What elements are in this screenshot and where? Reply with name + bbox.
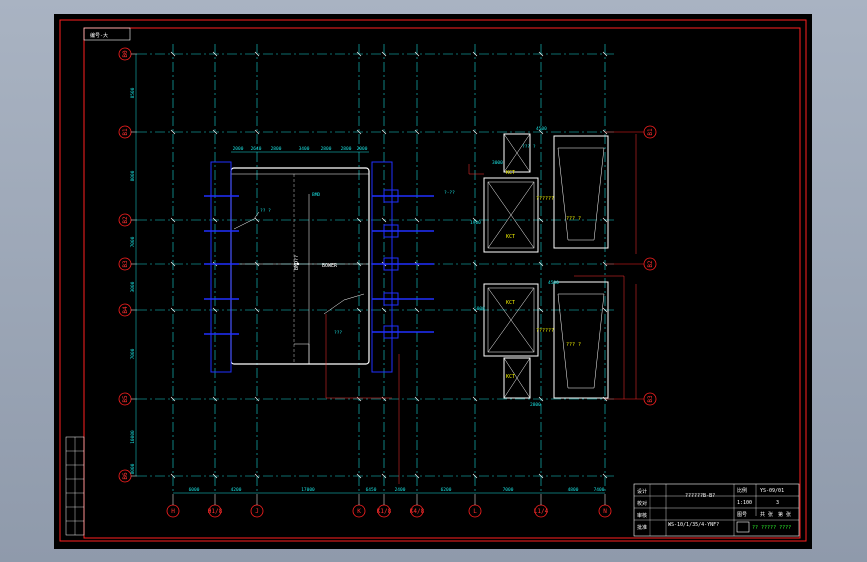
cad-drawing: 编号-大 B0 B1 B2 B3 B4 B5 B6 H H1/8 J K K1/8 K4/8 L L1/4 N…: [59, 19, 807, 542]
col-axis-label: L: [473, 508, 477, 515]
bottom-dim-text: 17000: [301, 487, 315, 493]
misc-label: 3000: [492, 160, 503, 166]
bottom-dim-text: 6000: [189, 487, 200, 493]
col-axis-label: J: [255, 508, 259, 515]
top-dim-text: 3400: [299, 146, 310, 152]
equipment-label: KCT: [506, 300, 515, 306]
col-axis-label: K4/8: [410, 508, 425, 515]
structural-grid: [137, 44, 614, 494]
col-axis-label: K1/8: [377, 508, 392, 515]
equipment-label: KCT: [506, 374, 515, 380]
tb-cell-0: 比例: [737, 487, 747, 494]
misc-label: ???: [334, 330, 342, 336]
tank-b[interactable]: [483, 177, 539, 253]
dimension-lines: 6000 4200 17000 6450 2400 6200 7000 4800 7400 850…: [130, 54, 605, 494]
tb-row-3: 批准: [637, 524, 647, 531]
bottom-dim-text: 4200: [231, 487, 242, 493]
bottom-dim-text: 4800: [568, 487, 579, 493]
tb-row-1: 校对: [637, 500, 647, 507]
tb-cell-4: 第 张: [778, 511, 791, 518]
tb-row-2: 审核: [637, 512, 647, 519]
col-axis-label: H1/8: [208, 508, 223, 515]
company-logo-icon: [736, 521, 750, 533]
misc-label: 2800: [530, 402, 541, 408]
left-pipe-rack: [204, 161, 239, 373]
top-dim-text: 2000: [233, 146, 244, 152]
row-axis-label: B0: [122, 50, 129, 58]
misc-label: 4500: [548, 280, 559, 286]
inner-frame: [83, 27, 801, 539]
top-dim-text: 2800: [341, 146, 352, 152]
equipment-label: ??? ?: [566, 216, 581, 222]
hopper-top[interactable]: [553, 135, 609, 249]
outer-frame: [59, 19, 807, 542]
left-dim-text: 10000: [130, 430, 136, 444]
left-dim-text: 3000: [130, 281, 136, 292]
spec-text: WS-10/1/35/4-YNF?: [668, 522, 719, 528]
left-dim-text: 8500: [130, 87, 136, 98]
tb-cell-2: 图号: [737, 512, 747, 518]
misc-label: ?-??: [444, 190, 455, 196]
equipment-label: ??????: [536, 196, 554, 202]
equipment-label: ??? ?: [566, 342, 581, 348]
bottom-dim-text: 6200: [441, 487, 452, 493]
equipment-label: KCT: [506, 170, 515, 176]
title-block: ??????B-B? YS-09/01 3 WS-10/1/35/4-YNF? …: [633, 483, 800, 537]
sheet-number: 3: [776, 500, 779, 506]
col-axis-label: N: [603, 508, 607, 515]
top-dim-text: 2640: [251, 146, 262, 152]
left-dim-text: 8000: [130, 170, 136, 181]
corner-tag: 编号-大: [90, 32, 108, 39]
col-axis-label: H: [171, 508, 175, 515]
company-name: ?? ????? ????: [752, 525, 791, 531]
row-axis-label: B3: [122, 260, 129, 268]
tank-a[interactable]: [503, 133, 531, 173]
tank-c[interactable]: [483, 283, 539, 357]
right-axis-label: B3: [647, 395, 654, 403]
misc-label: 5000: [474, 306, 485, 312]
tb-row-0: 设计: [637, 488, 647, 495]
drawing-number: YS-09/01: [760, 488, 784, 494]
row-axis-label: B4: [122, 306, 129, 314]
cad-canvas[interactable]: 编号-大 B0 B1 B2 B3 B4 B5 B6 H H1/8 J K K1/8 K4/8 L L1/4 N…: [54, 14, 812, 549]
bottom-dim-text: 6450: [366, 487, 377, 493]
hopper-bottom[interactable]: [553, 281, 609, 399]
equipment-label: KCT: [506, 234, 515, 240]
right-axis-label: B1: [647, 128, 654, 136]
revision-strip: [65, 436, 85, 536]
left-dim-text: 8000: [130, 463, 136, 474]
top-dim-text: 2800: [321, 146, 332, 152]
tb-cell-3: 共 张: [760, 511, 773, 518]
boiler-block[interactable]: BMD?? BOWER: [230, 167, 370, 365]
misc-label: BMD: [312, 192, 320, 198]
left-dim-text: 7000: [130, 348, 136, 359]
svg-text:BMD??: BMD??: [294, 255, 300, 270]
misc-label: 4500: [536, 126, 547, 132]
bottom-dim-text: 2400: [395, 487, 406, 493]
bottom-dim-text: 7400: [594, 487, 605, 493]
misc-label: ?? ?: [260, 208, 271, 214]
bottom-dim-text: 7000: [503, 487, 514, 493]
right-axis-label: B2: [647, 260, 654, 268]
left-dim-text: 7000: [130, 236, 136, 247]
top-dim-text: 2800: [271, 146, 282, 152]
col-axis-label: K: [357, 508, 361, 515]
right-pipe-rack: [371, 161, 434, 373]
equipment-label: ??????: [536, 328, 554, 334]
row-axis-label: B2: [122, 216, 129, 224]
title-text: ??????B-B?: [685, 493, 715, 499]
col-axis-label: L1/4: [534, 508, 549, 515]
row-axis-label: B5: [122, 395, 129, 403]
row-axis-label: B6: [122, 472, 129, 480]
top-dim-text: 2000: [357, 146, 368, 152]
tb-cell-1: 1:100: [737, 500, 752, 506]
misc-label: 1900: [470, 220, 481, 226]
misc-label: ??? ?: [522, 144, 536, 150]
row-axis-label: B1: [122, 128, 129, 136]
